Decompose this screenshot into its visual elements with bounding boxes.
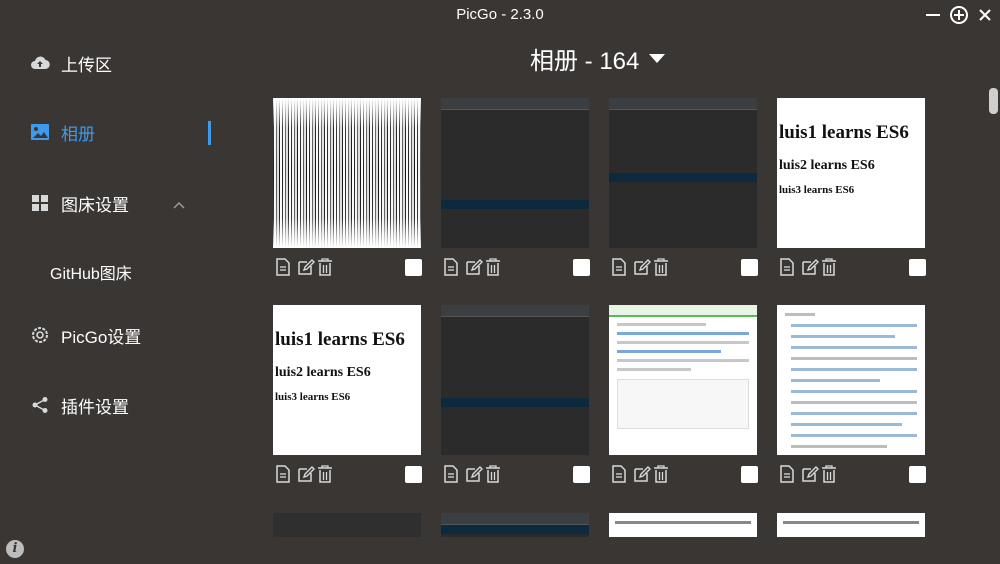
image-thumbnail[interactable] — [609, 98, 757, 248]
edit-icon[interactable] — [633, 465, 651, 483]
gallery-card[interactable] — [609, 98, 761, 276]
sidebar: 上传区 相册 图床设置 GitHub图床 PicGo设置 插件设置 — [0, 30, 250, 564]
edit-icon[interactable] — [465, 465, 483, 483]
sidebar-item-label: 相册 — [61, 124, 95, 144]
select-checkbox[interactable] — [909, 466, 926, 483]
gallery-card[interactable] — [609, 305, 761, 483]
card-toolbar — [609, 258, 761, 278]
image-icon — [30, 122, 50, 142]
copy-link-icon[interactable] — [611, 258, 627, 276]
edit-icon[interactable] — [633, 258, 651, 276]
select-checkbox[interactable] — [405, 466, 422, 483]
gallery-card[interactable] — [273, 98, 425, 276]
image-thumbnail[interactable] — [441, 305, 589, 455]
card-toolbar — [441, 465, 593, 485]
card-toolbar — [441, 258, 593, 278]
title-bar: PicGo - 2.3.0 — [0, 0, 1000, 30]
gallery-card[interactable] — [273, 513, 425, 537]
delete-icon[interactable] — [317, 258, 333, 276]
delete-icon[interactable] — [821, 258, 837, 276]
gallery-card[interactable] — [441, 305, 593, 483]
grid-icon — [30, 193, 50, 213]
page-title: 相册 - 164 — [530, 47, 640, 75]
copy-link-icon[interactable] — [779, 258, 795, 276]
image-thumbnail[interactable] — [609, 513, 757, 537]
delete-icon[interactable] — [485, 258, 501, 276]
image-thumbnail[interactable] — [777, 305, 925, 455]
card-toolbar — [273, 465, 425, 485]
select-checkbox[interactable] — [741, 259, 758, 276]
sidebar-item-label: 插件设置 — [61, 397, 129, 417]
image-thumbnail[interactable] — [441, 98, 589, 248]
share-icon — [30, 395, 50, 415]
card-toolbar — [609, 465, 761, 485]
thumbnail-text: luis3 learns ES6 — [779, 184, 855, 196]
image-thumbnail[interactable]: luis1 learns ES6 luis2 learns ES6 luis3 … — [777, 98, 925, 248]
delete-icon[interactable] — [821, 465, 837, 483]
edit-icon[interactable] — [297, 465, 315, 483]
sidebar-item-label: 上传区 — [61, 55, 112, 75]
delete-icon[interactable] — [485, 465, 501, 483]
image-thumbnail[interactable] — [441, 513, 589, 537]
edit-icon[interactable] — [297, 258, 315, 276]
copy-link-icon[interactable] — [443, 258, 459, 276]
image-thumbnail[interactable] — [777, 513, 925, 537]
chevron-up-icon[interactable] — [172, 195, 186, 215]
sidebar-item-label: 图床设置 — [61, 195, 129, 215]
scrollbar[interactable] — [989, 88, 998, 114]
gallery-card[interactable] — [441, 98, 593, 276]
delete-icon[interactable] — [317, 465, 333, 483]
delete-icon[interactable] — [653, 465, 669, 483]
info-icon[interactable]: i — [6, 540, 24, 558]
thumbnail-text: luis2 learns ES6 — [275, 365, 371, 380]
cloud-upload-icon — [30, 53, 50, 73]
image-thumbnail[interactable] — [273, 98, 421, 248]
sidebar-subitem-github[interactable]: GitHub图床 — [50, 260, 132, 284]
gallery-card[interactable]: luis1 learns ES6 luis2 learns ES6 luis3 … — [273, 305, 425, 483]
image-thumbnail[interactable] — [273, 513, 421, 537]
window-title: PicGo - 2.3.0 — [456, 6, 544, 23]
select-checkbox[interactable] — [909, 259, 926, 276]
gallery-card[interactable] — [609, 513, 761, 537]
select-checkbox[interactable] — [573, 259, 590, 276]
copy-link-icon[interactable] — [443, 465, 459, 483]
copy-link-icon[interactable] — [779, 465, 795, 483]
gallery-card[interactable] — [441, 513, 593, 537]
sidebar-item-upload[interactable]: 上传区 — [0, 43, 250, 83]
gallery-card[interactable]: luis1 learns ES6 luis2 learns ES6 luis3 … — [777, 98, 929, 276]
sidebar-item-picgo-settings[interactable]: PicGo设置 — [0, 315, 250, 355]
thumbnail-text: luis1 learns ES6 — [779, 122, 909, 143]
close-icon[interactable] — [974, 4, 996, 26]
sidebar-item-label: PicGo设置 — [61, 327, 142, 347]
edit-icon[interactable] — [801, 258, 819, 276]
select-checkbox[interactable] — [741, 466, 758, 483]
caret-down-icon[interactable] — [649, 53, 666, 63]
gallery-card[interactable] — [777, 513, 929, 537]
select-checkbox[interactable] — [405, 259, 422, 276]
gallery-card[interactable] — [777, 305, 929, 483]
edit-icon[interactable] — [465, 258, 483, 276]
copy-link-icon[interactable] — [275, 465, 291, 483]
card-toolbar — [273, 258, 425, 278]
minimize-icon[interactable] — [922, 4, 944, 26]
maximize-icon[interactable] — [948, 4, 970, 26]
sidebar-item-uploader-settings[interactable]: 图床设置 — [0, 183, 250, 223]
delete-icon[interactable] — [653, 258, 669, 276]
thumbnail-text: luis2 learns ES6 — [779, 158, 875, 173]
card-toolbar — [777, 258, 929, 278]
select-checkbox[interactable] — [573, 466, 590, 483]
gear-icon — [30, 325, 50, 345]
card-toolbar — [777, 465, 929, 485]
image-thumbnail[interactable] — [609, 305, 757, 455]
active-indicator — [208, 121, 211, 145]
sidebar-item-plugin-settings[interactable]: 插件设置 — [0, 385, 250, 425]
edit-icon[interactable] — [801, 465, 819, 483]
thumbnail-text: luis3 learns ES6 — [275, 391, 351, 403]
copy-link-icon[interactable] — [611, 465, 627, 483]
thumbnail-text: luis1 learns ES6 — [275, 329, 405, 350]
sidebar-item-album[interactable]: 相册 — [0, 112, 250, 152]
copy-link-icon[interactable] — [275, 258, 291, 276]
album-header[interactable]: 相册 - 164 — [530, 42, 666, 75]
image-thumbnail[interactable]: luis1 learns ES6 luis2 learns ES6 luis3 … — [273, 305, 421, 455]
